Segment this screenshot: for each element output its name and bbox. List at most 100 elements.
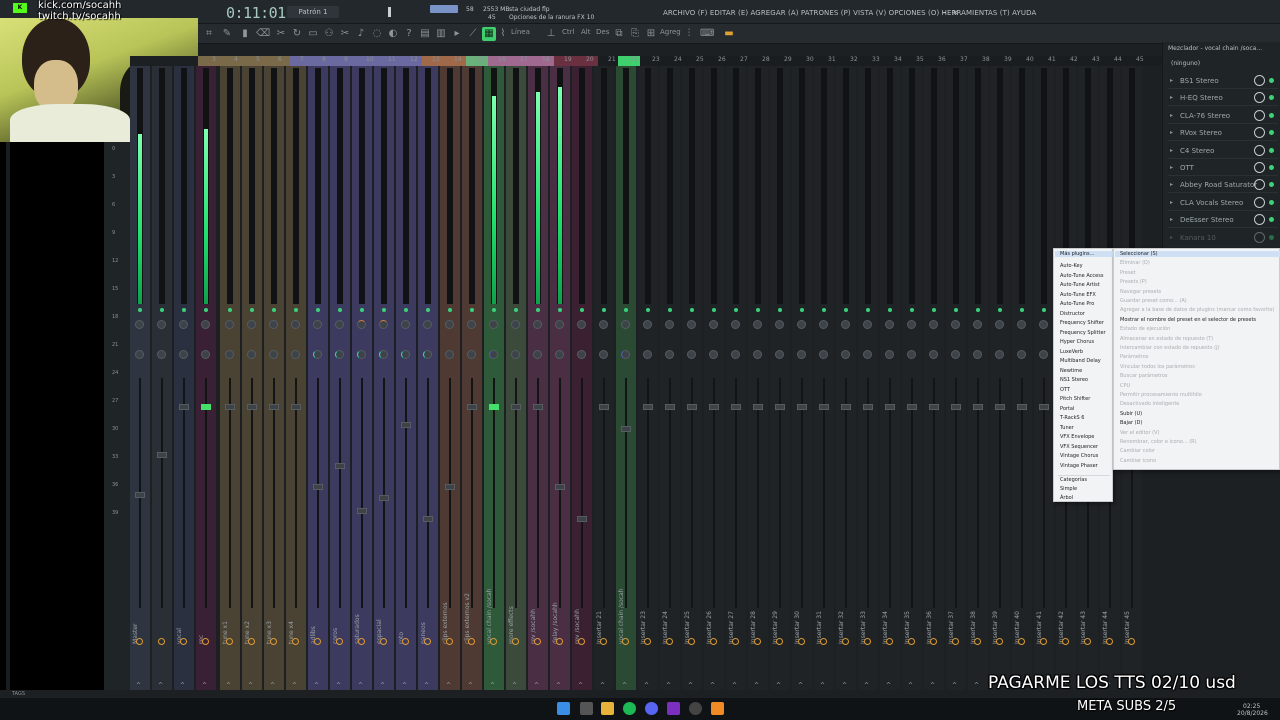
send-arrow-icon[interactable]: ^ [490, 682, 495, 689]
pan-knob[interactable] [621, 320, 630, 329]
volume-fader[interactable] [201, 404, 211, 410]
stereo-knob[interactable] [401, 350, 410, 359]
mixer-track[interactable]: tune x4 ^ [286, 66, 306, 690]
stereo-knob[interactable] [841, 350, 850, 359]
pan-knob[interactable] [863, 320, 872, 329]
route-indicator[interactable] [446, 638, 453, 645]
obs-icon[interactable] [689, 702, 702, 715]
des-label[interactable]: Des [596, 28, 609, 36]
track-name[interactable]: coros [332, 586, 348, 644]
volume-fader[interactable] [599, 404, 609, 410]
pan-knob[interactable] [951, 320, 960, 329]
mixer-track[interactable]: vocal chain /socah ^ [484, 66, 504, 690]
mixer-track[interactable]: Insertar 27 ^ [726, 66, 746, 690]
track-enable-led[interactable] [690, 308, 694, 312]
mixer-track[interactable]: Insertar 36 ^ [924, 66, 944, 690]
sliders-icon[interactable]: ⫶ [682, 27, 696, 41]
pan-knob[interactable] [135, 320, 144, 329]
pan-knob[interactable] [643, 320, 652, 329]
send-arrow-icon[interactable]: ^ [292, 682, 297, 689]
slot-enable-led[interactable] [1269, 78, 1274, 83]
track-enable-led[interactable] [558, 308, 562, 312]
track-name[interactable]: clips externos v2 [464, 586, 480, 644]
mixer-track[interactable]: Insertar 29 ^ [770, 66, 790, 690]
volume-fader[interactable] [379, 495, 389, 501]
pan-knob[interactable] [401, 320, 410, 329]
track-name[interactable]: Insertar 21 [596, 586, 612, 644]
folder-icon[interactable] [601, 702, 614, 715]
render-icon[interactable]: ▭ [306, 27, 320, 41]
playlist-icon[interactable]: ▤ [418, 27, 432, 41]
pencil-icon[interactable]: ✎ [220, 27, 234, 41]
stereo-knob[interactable] [313, 350, 322, 359]
pan-knob[interactable] [313, 320, 322, 329]
route-indicator[interactable] [512, 638, 519, 645]
plugin-menu-item[interactable]: VFX Sequencer [1060, 444, 1098, 450]
track-enable-led[interactable] [1042, 308, 1046, 312]
track-enable-led[interactable] [756, 308, 760, 312]
fx-slot[interactable]: ▸ CLA-76 Stereo [1168, 109, 1278, 124]
slot-arrow-icon[interactable]: ▸ [1170, 94, 1173, 101]
stereo-knob[interactable] [863, 350, 872, 359]
minimize-icon[interactable]: – [942, 8, 946, 17]
send-arrow-icon[interactable]: ^ [974, 682, 979, 689]
volume-fader[interactable] [335, 463, 345, 469]
track-name[interactable]: vocal chain /socah [486, 586, 502, 644]
plugin-menu-item[interactable]: Auto-Tune Artist [1060, 282, 1100, 288]
menu-categories[interactable]: Categorías [1060, 477, 1087, 483]
pan-knob[interactable] [709, 320, 718, 329]
stereo-knob[interactable] [621, 350, 630, 359]
track-name[interactable]: rev /socahh [530, 586, 546, 644]
pan-knob[interactable] [379, 320, 388, 329]
route-indicator[interactable] [380, 638, 387, 645]
mixer-track[interactable]: Insertar 41 ^ [1034, 66, 1054, 690]
send-arrow-icon[interactable]: ^ [820, 682, 825, 689]
track-name[interactable]: roto [398, 586, 414, 644]
stereo-knob[interactable] [179, 350, 188, 359]
route-indicator[interactable] [1084, 638, 1091, 645]
search-icon[interactable] [580, 702, 593, 715]
stereo-knob[interactable] [489, 350, 498, 359]
route-indicator[interactable] [490, 638, 497, 645]
track-name[interactable]: Insertar 29 [772, 586, 788, 644]
volume-fader[interactable] [621, 426, 631, 432]
slot-mix-knob[interactable] [1254, 179, 1265, 191]
track-enable-led[interactable] [316, 308, 320, 312]
stereo-knob[interactable] [1017, 350, 1026, 359]
send-arrow-icon[interactable]: ^ [202, 682, 207, 689]
stereo-knob[interactable] [225, 350, 234, 359]
plugin-menu-item[interactable]: VFX Envelope [1060, 434, 1094, 440]
track-name[interactable]: rev /socahh [574, 586, 590, 644]
stereo-knob[interactable] [423, 350, 432, 359]
route-indicator[interactable] [842, 638, 849, 645]
send-arrow-icon[interactable]: ^ [732, 682, 737, 689]
plugin-menu-item[interactable]: Auto-Tune Pro [1060, 301, 1094, 307]
send-arrow-icon[interactable]: ^ [380, 682, 385, 689]
track-name[interactable]: tune x2 [244, 586, 260, 644]
master-pitch-slider[interactable] [388, 7, 391, 17]
track-name[interactable]: Insertar 36 [926, 586, 942, 644]
plugin-menu-item[interactable]: Newtime [1060, 368, 1082, 374]
send-arrow-icon[interactable]: ^ [952, 682, 957, 689]
route-indicator[interactable] [952, 638, 959, 645]
route-indicator[interactable] [468, 638, 475, 645]
track-enable-led[interactable] [338, 308, 342, 312]
alt-label[interactable]: Alt [581, 28, 590, 36]
slot-arrow-icon[interactable]: ▸ [1170, 234, 1173, 241]
track-name[interactable]: more effects [508, 586, 524, 644]
main-menu[interactable]: ARCHIVO (F) EDITAR (E) AGREGAR (A) PATRO… [663, 9, 1036, 17]
mic-icon[interactable]: ♪ [354, 27, 368, 41]
track-enable-led[interactable] [888, 308, 892, 312]
keyboard-icon[interactable]: ⌨ [700, 27, 714, 41]
route-indicator[interactable] [424, 638, 431, 645]
send-arrow-icon[interactable]: ^ [358, 682, 363, 689]
speaker-icon[interactable]: ◐ [386, 27, 400, 41]
more-plugins-item[interactable]: Más plugins... [1055, 251, 1113, 257]
route-indicator[interactable] [732, 638, 739, 645]
route-indicator[interactable] [226, 638, 233, 645]
track-name[interactable]: Insertar 25 [684, 586, 700, 644]
volume-fader[interactable] [687, 404, 697, 410]
cut-icon[interactable]: ✂ [274, 27, 288, 41]
mixer-track[interactable]: tune x3 ^ [264, 66, 284, 690]
volume-fader[interactable] [135, 492, 145, 498]
